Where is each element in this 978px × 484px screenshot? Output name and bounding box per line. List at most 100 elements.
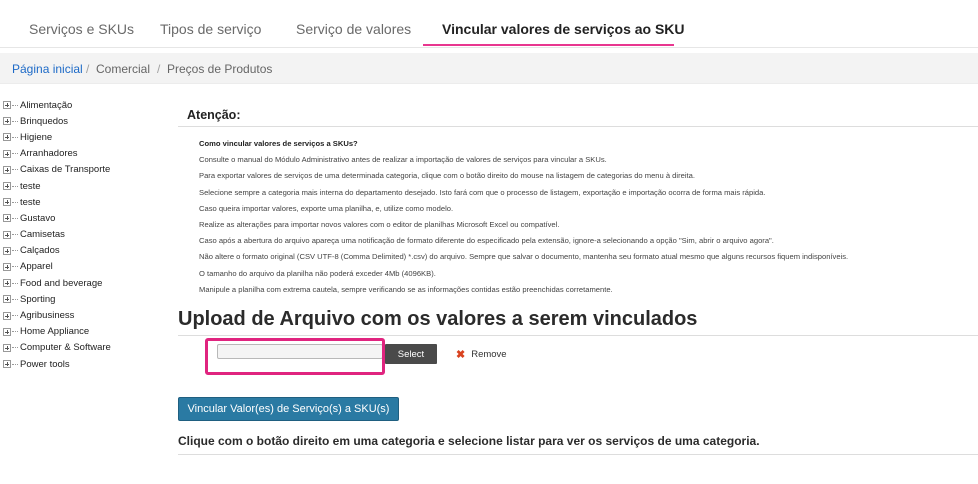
tree-item-label: teste bbox=[20, 180, 41, 192]
tree-connector bbox=[12, 250, 18, 252]
tree-item-label: Gustavo bbox=[20, 212, 56, 224]
tree-item-label: Power tools bbox=[20, 358, 70, 370]
file-path-input[interactable] bbox=[217, 344, 383, 359]
tab-services-skus[interactable]: Serviços e SKUs bbox=[29, 21, 134, 37]
attention-note: Realize as alterações para importar novo… bbox=[199, 219, 560, 229]
expand-plus-icon[interactable] bbox=[3, 311, 11, 320]
attention-note: Consulte o manual do Módulo Administrati… bbox=[199, 155, 607, 165]
tree-item[interactable]: Agribusiness bbox=[0, 307, 170, 323]
tree-connector bbox=[12, 217, 18, 219]
tree-item-label: Agribusiness bbox=[20, 310, 75, 322]
expand-plus-icon[interactable] bbox=[3, 117, 11, 126]
remove-label: Remove bbox=[471, 349, 507, 360]
expand-plus-icon[interactable] bbox=[3, 295, 11, 304]
breadcrumb-item-precos: Preços de Produtos bbox=[167, 62, 273, 76]
remove-file-button[interactable]: ✖ Remove bbox=[456, 348, 507, 361]
tree-item[interactable]: Alimentação bbox=[0, 97, 170, 113]
attention-notes: Como vincular valores de serviços a SKUs… bbox=[199, 136, 969, 298]
tree-item[interactable]: Apparel bbox=[0, 259, 170, 275]
tree-item-label: teste bbox=[20, 196, 41, 208]
tree-item-label: Arranhadores bbox=[20, 148, 78, 160]
divider bbox=[178, 335, 978, 336]
upload-title: Upload de Arquivo com os valores a serem… bbox=[178, 308, 698, 330]
tree-item[interactable]: Home Appliance bbox=[0, 324, 170, 340]
attention-note: O tamanho do arquivo da planilha não pod… bbox=[199, 268, 436, 278]
expand-plus-icon[interactable] bbox=[3, 343, 11, 352]
tree-item[interactable]: Computer & Software bbox=[0, 340, 170, 356]
tree-item-label: Computer & Software bbox=[20, 342, 111, 354]
tree-connector bbox=[12, 153, 18, 155]
tree-item-label: Brinquedos bbox=[20, 115, 69, 127]
tree-item[interactable]: Brinquedos bbox=[0, 113, 170, 129]
expand-plus-icon[interactable] bbox=[3, 165, 11, 174]
tree-item[interactable]: Higiene bbox=[0, 129, 170, 145]
tree-item-label: Caixas de Transporte bbox=[20, 164, 111, 176]
tree-connector bbox=[12, 234, 18, 236]
tree-connector bbox=[12, 282, 18, 284]
tree-item[interactable]: Gustavo bbox=[0, 210, 170, 226]
attention-note: Manipule a planilha com extrema cautela,… bbox=[199, 284, 613, 294]
tree-item[interactable]: Calçados bbox=[0, 243, 170, 259]
tree-item-label: Alimentação bbox=[20, 99, 73, 111]
tree-item[interactable]: Camisetas bbox=[0, 227, 170, 243]
attention-note: Para exportar valores de serviços de uma… bbox=[199, 171, 695, 181]
breadcrumb-separator: / bbox=[157, 62, 161, 76]
expand-plus-icon[interactable] bbox=[3, 262, 11, 271]
tree-connector bbox=[12, 201, 18, 203]
expand-plus-icon[interactable] bbox=[3, 198, 11, 207]
tree-connector bbox=[12, 136, 18, 138]
tree-connector bbox=[12, 363, 18, 365]
expand-plus-icon[interactable] bbox=[3, 149, 11, 158]
expand-plus-icon[interactable] bbox=[3, 101, 11, 110]
tab-service-types[interactable]: Tipos de serviço bbox=[160, 21, 261, 37]
tree-item[interactable]: Food and beverage bbox=[0, 275, 170, 291]
active-tab-indicator bbox=[423, 44, 674, 46]
tree-connector bbox=[12, 315, 18, 317]
breadcrumb-item-comercial[interactable]: Comercial bbox=[96, 62, 150, 76]
select-file-button[interactable]: Select bbox=[385, 344, 437, 364]
attention-question: Como vincular valores de serviços a SKUs… bbox=[199, 139, 358, 148]
tree-item-label: Camisetas bbox=[20, 229, 65, 241]
breadcrumb: Página inicial / Comercial / Preços de P… bbox=[0, 53, 978, 84]
tree-connector bbox=[12, 169, 18, 171]
tree-connector bbox=[12, 120, 18, 122]
tree-connector bbox=[12, 347, 18, 349]
tree-item[interactable]: teste bbox=[0, 194, 170, 210]
expand-plus-icon[interactable] bbox=[3, 214, 11, 223]
divider bbox=[178, 126, 978, 127]
attention-note: Caso queira importar valores, exporte um… bbox=[199, 203, 454, 213]
expand-plus-icon[interactable] bbox=[3, 133, 11, 142]
tree-item-label: Food and beverage bbox=[20, 277, 103, 289]
tree-connector bbox=[12, 104, 18, 106]
tab-bar: Serviços e SKUs Tipos de serviço Serviço… bbox=[0, 0, 978, 48]
attention-note: Selecione sempre a categoria mais intern… bbox=[199, 187, 766, 197]
tree-item-label: Higiene bbox=[20, 131, 53, 143]
tree-item-label: Apparel bbox=[20, 261, 53, 273]
tab-service-values[interactable]: Serviço de valores bbox=[296, 21, 411, 37]
expand-plus-icon[interactable] bbox=[3, 360, 11, 369]
expand-plus-icon[interactable] bbox=[3, 182, 11, 191]
instructions-hint: Clique com o botão direito em uma catego… bbox=[178, 434, 760, 448]
tree-item-label: Sporting bbox=[20, 293, 56, 305]
tree-item-label: Home Appliance bbox=[20, 326, 90, 338]
expand-plus-icon[interactable] bbox=[3, 327, 11, 336]
tree-item[interactable]: Sporting bbox=[0, 291, 170, 307]
tree-item[interactable]: Caixas de Transporte bbox=[0, 162, 170, 178]
attention-heading: Atenção: bbox=[187, 108, 241, 122]
link-values-submit-button[interactable]: Vincular Valor(es) de Serviço(s) a SKU(s… bbox=[178, 397, 399, 421]
breadcrumb-separator: / bbox=[86, 62, 90, 76]
tree-connector bbox=[12, 331, 18, 333]
expand-plus-icon[interactable] bbox=[3, 230, 11, 239]
tab-link-values-sku[interactable]: Vincular valores de serviços ao SKU bbox=[442, 21, 685, 37]
tree-connector bbox=[12, 266, 18, 268]
divider bbox=[178, 454, 978, 455]
tree-connector bbox=[12, 185, 18, 187]
tree-item[interactable]: Power tools bbox=[0, 356, 170, 372]
category-tree: Alimentação Brinquedos Higiene Arranhadores… bbox=[0, 97, 170, 372]
expand-plus-icon[interactable] bbox=[3, 246, 11, 255]
expand-plus-icon[interactable] bbox=[3, 279, 11, 288]
breadcrumb-home-link[interactable]: Página inicial bbox=[12, 62, 83, 76]
tree-item[interactable]: Arranhadores bbox=[0, 146, 170, 162]
close-icon: ✖ bbox=[456, 349, 466, 361]
tree-item[interactable]: teste bbox=[0, 178, 170, 194]
